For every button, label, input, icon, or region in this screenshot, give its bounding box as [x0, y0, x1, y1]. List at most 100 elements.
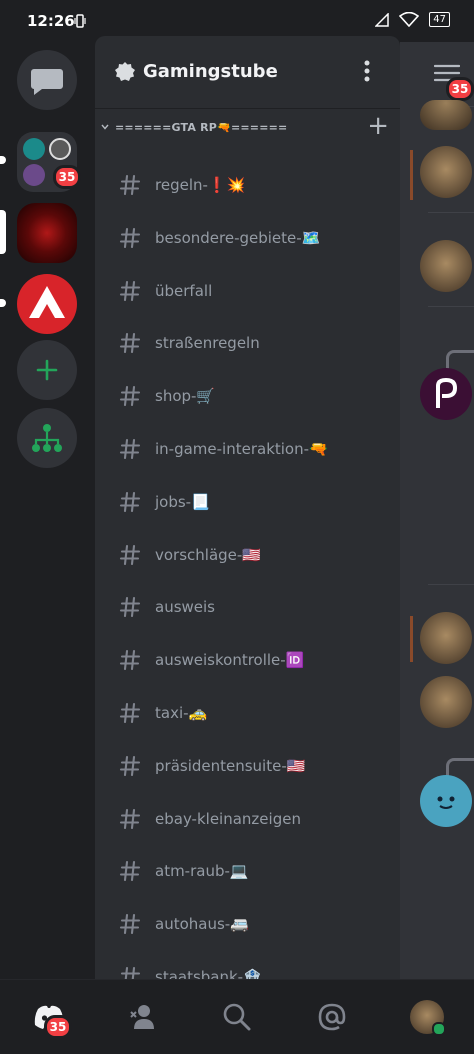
server-rail: 35	[0, 42, 94, 979]
hashtag-icon	[119, 597, 141, 618]
direct-messages-button[interactable]	[17, 50, 77, 110]
hashtag-icon	[119, 755, 141, 776]
user-avatar[interactable]	[420, 240, 472, 292]
hashtag-icon	[119, 808, 141, 829]
add-channel-icon[interactable]: +	[367, 113, 389, 139]
vibrate-icon	[74, 14, 86, 28]
channel-name: autohaus-🚐	[155, 915, 249, 934]
channel-item[interactable]: jobs-📃	[95, 482, 400, 522]
user-avatar[interactable]	[420, 100, 472, 130]
profile-tab[interactable]	[410, 1000, 446, 1036]
hashtag-icon	[119, 333, 141, 354]
user-avatar[interactable]	[420, 368, 472, 420]
friends-icon	[130, 1005, 154, 1029]
server-gamingstube[interactable]	[17, 203, 77, 263]
mentions-tab[interactable]	[315, 1000, 349, 1034]
chevron-down-icon	[101, 124, 109, 130]
hashtag-icon	[119, 914, 141, 935]
folder-server-icon-3	[23, 164, 45, 186]
chat-bubble-icon	[31, 69, 63, 95]
channel-item[interactable]: shop-🛒	[95, 376, 400, 416]
channel-item[interactable]: ausweiskontrolle-🆔	[95, 640, 400, 680]
notification-badge: 35	[53, 165, 81, 189]
channel-name: atm-raub-💻	[155, 862, 249, 881]
bottom-navigation: 35	[0, 979, 474, 1054]
reply-connector	[446, 758, 474, 777]
notification-badge: 35	[446, 77, 474, 101]
guild-header[interactable]: Gamingstube	[95, 36, 400, 109]
divider	[428, 306, 474, 307]
hierarchy-icon	[32, 424, 62, 452]
unread-indicator	[0, 156, 6, 164]
channel-item[interactable]: vorschläge-🇺🇸	[95, 535, 400, 575]
user-avatar[interactable]	[420, 775, 472, 827]
channel-name: ausweis	[155, 598, 215, 617]
server-apex[interactable]	[17, 274, 77, 334]
apex-logo-icon	[29, 286, 65, 318]
channel-item[interactable]: straßenregeln	[95, 323, 400, 363]
hashtag-icon	[119, 650, 141, 671]
mention-highlight	[410, 150, 413, 200]
hashtag-icon	[119, 280, 141, 301]
channel-name: jobs-📃	[155, 492, 210, 511]
mention-highlight	[410, 616, 413, 662]
search-icon	[223, 1003, 251, 1031]
more-options-icon[interactable]	[364, 60, 370, 82]
explore-servers-button[interactable]	[17, 408, 77, 468]
divider	[428, 584, 474, 585]
channel-name: regeln-❗💥	[155, 176, 246, 194]
channel-item[interactable]: besondere-gebiete-🗺️	[95, 218, 400, 258]
channel-name: ebay-kleinanzeigen	[155, 809, 301, 828]
server-badge-icon	[115, 62, 135, 81]
hashtag-icon	[119, 174, 141, 196]
online-status-indicator	[432, 1022, 446, 1036]
hashtag-icon	[119, 438, 141, 460]
channel-name: in-game-interaktion-🔫	[155, 440, 328, 458]
clock: 12:26	[27, 12, 75, 30]
user-avatar[interactable]	[420, 676, 472, 728]
user-avatar[interactable]	[420, 146, 472, 198]
battery-indicator: 47	[429, 12, 450, 27]
channel-item[interactable]: atm-raub-💻	[95, 851, 400, 891]
channel-item[interactable]: taxi-🚕	[95, 693, 400, 733]
channel-list-panel: Gamingstube ======GTA RP🔫====== + regeln…	[95, 36, 400, 979]
friends-tab[interactable]	[126, 1000, 160, 1034]
channel-item[interactable]: regeln-❗💥	[95, 165, 400, 205]
channel-name: ausweiskontrolle-🆔	[155, 651, 305, 670]
channel-item[interactable]: autohaus-🚐	[95, 904, 400, 944]
hashtag-icon	[120, 966, 141, 979]
divider	[428, 212, 474, 213]
channel-item[interactable]: präsidentensuite-🇺🇸	[95, 746, 400, 786]
folder-server-icon-1	[23, 138, 45, 160]
at-sign-icon	[318, 1003, 346, 1031]
user-avatar[interactable]	[420, 612, 472, 664]
hashtag-icon	[119, 544, 141, 565]
channel-item[interactable]: staatsbank-🏦	[95, 957, 400, 979]
category-header[interactable]: ======GTA RP🔫====== +	[101, 113, 391, 139]
channel-item[interactable]: ausweis	[95, 587, 400, 627]
channel-name: taxi-🚕	[155, 704, 208, 722]
reply-connector	[446, 350, 474, 369]
channel-name: präsidentensuite-🇺🇸	[155, 756, 306, 775]
channel-item[interactable]: in-game-interaktion-🔫	[95, 429, 400, 469]
channel-name: vorschläge-🇺🇸	[155, 545, 261, 564]
channel-name: überfall	[155, 281, 213, 300]
channel-name: besondere-gebiete-🗺️	[155, 228, 321, 247]
server-folder[interactable]: 35	[17, 132, 81, 192]
unread-indicator	[0, 299, 6, 307]
hashtag-icon	[119, 386, 141, 407]
search-tab[interactable]	[220, 1000, 254, 1034]
channel-item[interactable]: ebay-kleinanzeigen	[95, 799, 400, 839]
selected-indicator	[0, 210, 6, 254]
signal-icon	[375, 12, 390, 27]
add-server-button[interactable]	[17, 340, 77, 400]
channel-name: shop-🛒	[155, 387, 216, 406]
category-label: ======GTA RP🔫======	[115, 121, 288, 134]
guild-name: Gamingstube	[143, 61, 278, 82]
channel-item[interactable]: überfall	[95, 271, 400, 311]
plus-icon	[36, 359, 58, 381]
home-tab[interactable]: 35	[32, 1000, 72, 1039]
wifi-icon	[399, 12, 420, 27]
notification-badge: 35	[44, 1015, 72, 1039]
channel-name: staatsbank-🏦	[155, 968, 262, 979]
